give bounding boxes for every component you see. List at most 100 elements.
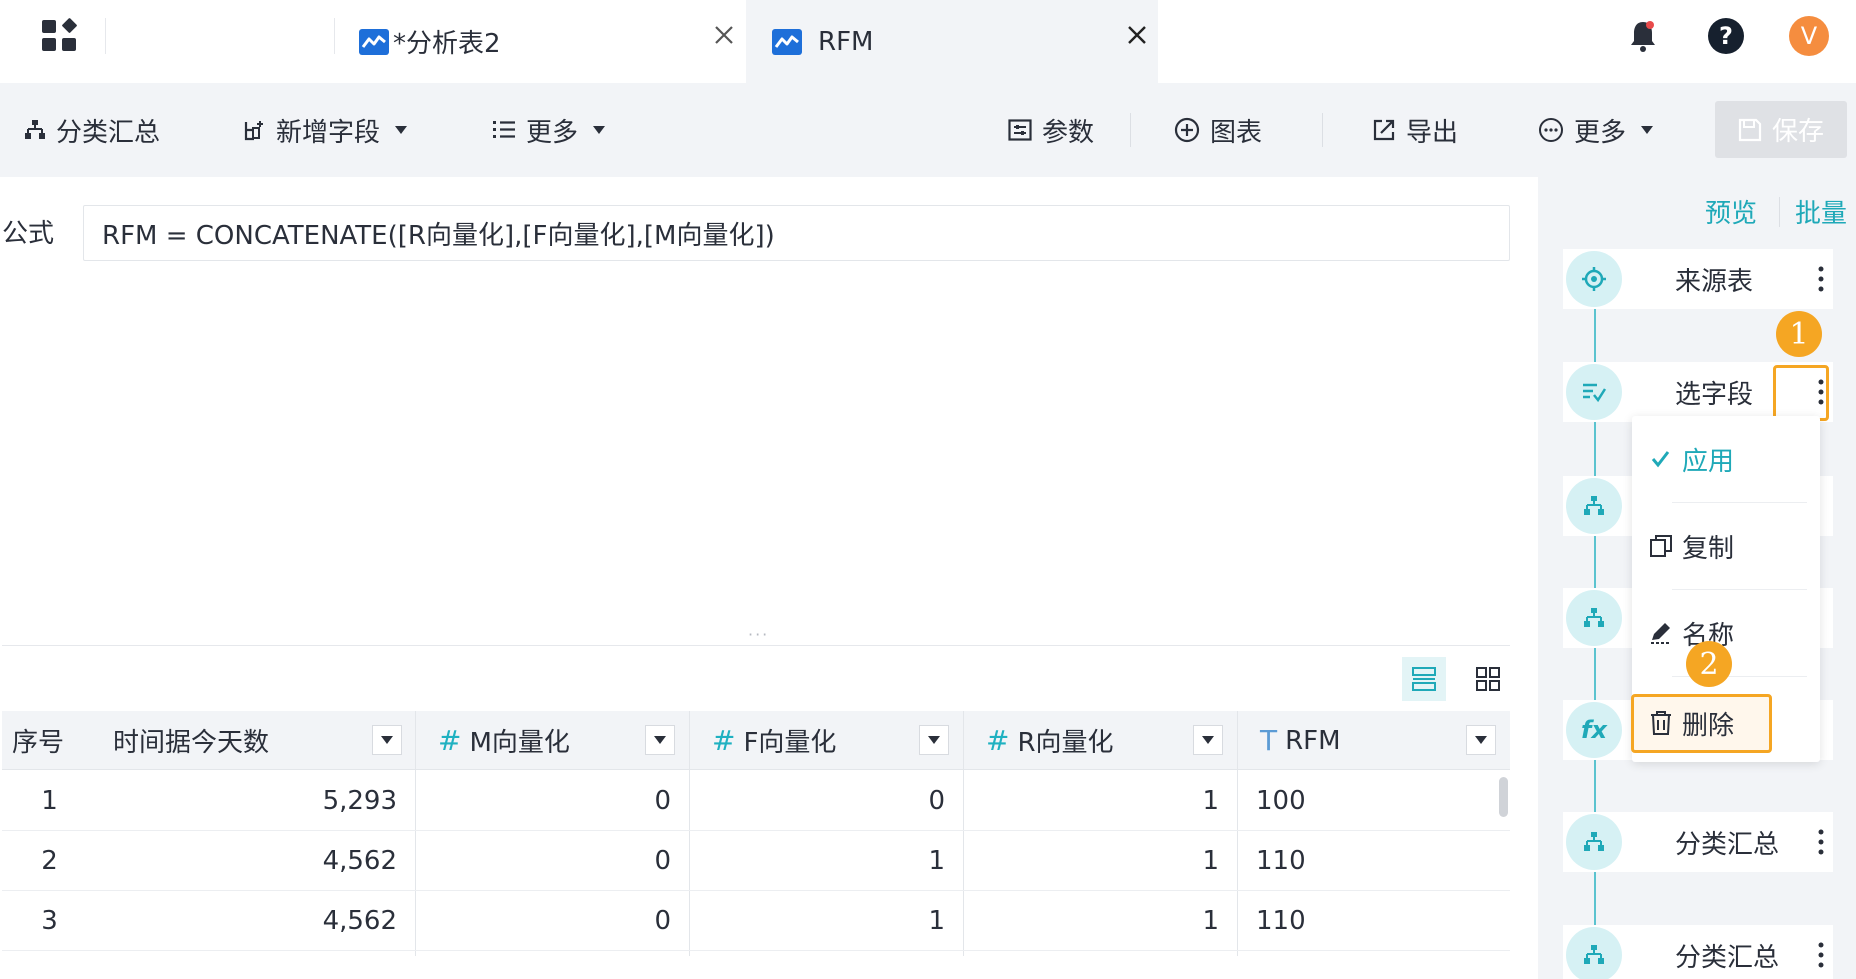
batch-link[interactable]: 批量 [1795, 193, 1847, 230]
apps-grid-icon[interactable] [40, 18, 80, 54]
close-icon[interactable] [711, 22, 737, 48]
column-header-f[interactable]: # F向量化 [712, 711, 836, 770]
caret-down-icon [928, 736, 940, 744]
column-header-rfm[interactable]: T RFM [1260, 711, 1341, 770]
menu-label: 删除 [1682, 710, 1735, 741]
table-scrollbar[interactable] [1499, 777, 1508, 817]
kebab-menu-icon[interactable] [1817, 827, 1825, 857]
tab-divider [105, 18, 106, 54]
cell-rfm: 100 [1256, 786, 1306, 816]
group-summary-icon [1566, 814, 1622, 870]
caret-down-icon [395, 126, 408, 134]
column-label: 时间据今天数 [113, 728, 270, 758]
column-dropdown[interactable] [372, 725, 402, 755]
kebab-menu-icon[interactable] [1817, 940, 1825, 970]
cell-index: 2 [41, 846, 58, 876]
table-row[interactable]: 1 5,293 0 0 1 100 [2, 771, 1510, 831]
cell-days: 4,562 [322, 906, 397, 936]
save-label: 保存 [1771, 117, 1824, 147]
menu-label: 应用 [1682, 446, 1735, 477]
cell-r: 1 [1202, 846, 1219, 876]
group-summary-icon [1566, 927, 1622, 979]
notification-bell-icon[interactable] [1623, 16, 1663, 56]
svg-text:?: ? [1719, 22, 1733, 50]
step-badge-1: 1 [1776, 311, 1822, 357]
column-header-m[interactable]: # M向量化 [438, 711, 570, 770]
save-button[interactable]: 保存 [1715, 101, 1847, 158]
step-label: 分类汇总 [1675, 829, 1780, 860]
menu-item-apply[interactable]: 应用 [1632, 416, 1820, 502]
toolbar-label: 参数 [1042, 117, 1095, 148]
column-label: RFM [1285, 725, 1341, 756]
formula-input[interactable]: RFM = CONCATENATE([R向量化],[F向量化],[M向量化]) [83, 205, 1510, 261]
params-icon [1008, 119, 1032, 141]
text-type-icon: T [1260, 724, 1278, 757]
tab-analysis-2[interactable]: *分析表2 [345, 0, 745, 83]
caret-down-icon [1641, 126, 1654, 134]
column-dropdown[interactable] [645, 725, 675, 755]
cell-m: 0 [415, 963, 671, 979]
cell-m: 0 [654, 906, 671, 936]
table-row[interactable]: 3 4,562 0 1 1 110 [2, 891, 1510, 951]
cell-m: 0 [654, 846, 671, 876]
column-dropdown[interactable] [919, 725, 949, 755]
grid-view-button[interactable] [1466, 657, 1510, 701]
table-header: 序号 时间据今天数 # M向量化 # F向量化 # R向量化 T RFM [2, 711, 1510, 770]
group-summary-icon [1566, 590, 1622, 646]
more-menu-button[interactable]: 更多 [492, 83, 606, 177]
number-type-icon: # [438, 724, 462, 757]
column-header-index: 序号 [12, 711, 64, 770]
kebab-menu-icon[interactable] [1817, 264, 1825, 294]
group-summary-button[interactable]: 分类汇总 [24, 83, 160, 177]
rename-icon [1651, 623, 1671, 644]
cell-days: 5,293 [322, 786, 397, 816]
cell-r: 1 [1202, 906, 1219, 936]
table-row[interactable]: 2 4,562 0 1 1 110 [2, 831, 1510, 891]
caret-down-icon [593, 126, 606, 134]
cell-rfm: 110 [1256, 846, 1306, 876]
toolbar-label: 导出 [1406, 117, 1459, 148]
cell-index: 1 [41, 786, 58, 816]
menu-label: 复制 [1682, 533, 1735, 564]
split-view-button[interactable] [1402, 657, 1446, 701]
tab-rfm[interactable]: RFM [746, 0, 1158, 83]
user-avatar[interactable]: V [1789, 16, 1829, 56]
resize-handle[interactable]: ··· [748, 625, 769, 644]
caret-down-icon [1475, 736, 1487, 744]
column-dropdown[interactable] [1466, 725, 1496, 755]
column-header-r[interactable]: # R向量化 [986, 711, 1114, 770]
column-label: R向量化 [1017, 728, 1114, 758]
menu-item-delete[interactable]: 删除 [1632, 676, 1820, 770]
params-button[interactable]: 参数 [1008, 83, 1094, 177]
list-icon [493, 121, 515, 138]
cell-rfm: 110 [1256, 963, 1486, 979]
preview-link[interactable]: 预览 [1705, 193, 1757, 230]
menu-item-copy[interactable]: 复制 [1632, 503, 1820, 589]
select-fields-icon [1566, 364, 1622, 420]
column-dropdown[interactable] [1193, 725, 1223, 755]
group-summary-icon [25, 120, 45, 139]
column-header-days[interactable]: 时间据今天数 [113, 711, 269, 770]
add-field-button[interactable]: 新增字段 [242, 83, 408, 177]
table-row[interactable]: 4 4,562 0 1 1 110 [2, 951, 1510, 979]
step-label: 来源表 [1675, 266, 1754, 297]
cell-index: 3 [41, 906, 58, 936]
export-button[interactable]: 导出 [1372, 83, 1458, 177]
cell-rfm: 110 [1256, 906, 1306, 936]
cell-r: 1 [963, 963, 1219, 979]
tab-title: *分析表2 [393, 29, 501, 59]
step-label: 分类汇总 [1675, 942, 1780, 973]
column-label: M向量化 [469, 728, 570, 758]
toolbar-label: 更多 [526, 117, 579, 148]
copy-icon [1650, 535, 1672, 557]
export-icon [1373, 119, 1395, 141]
add-chart-button[interactable]: 图表 [1174, 83, 1262, 177]
caret-down-icon [654, 736, 666, 744]
panel-divider [2, 645, 1510, 646]
help-icon[interactable]: ? [1706, 16, 1746, 56]
cell-days: 4,562 [97, 963, 397, 979]
more-options-button[interactable]: 更多 [1538, 83, 1654, 177]
analysis-logo-icon [359, 28, 389, 55]
close-icon[interactable] [1124, 22, 1150, 48]
cell-f: 1 [928, 846, 945, 876]
